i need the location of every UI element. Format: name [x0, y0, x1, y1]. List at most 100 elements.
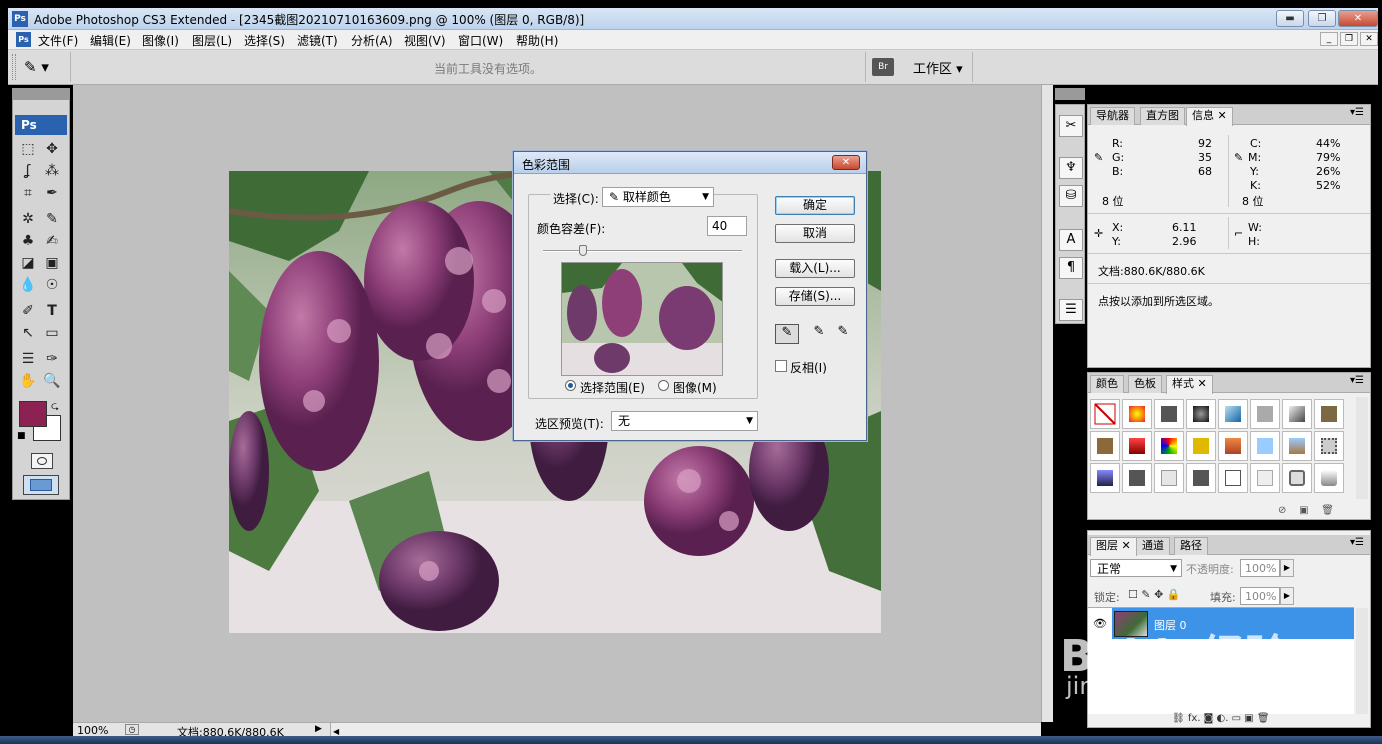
tab-swatches[interactable]: 色板 — [1128, 375, 1162, 393]
lasso-tool-icon[interactable]: ʆ — [17, 161, 39, 181]
menu-edit[interactable]: 编辑(E) — [90, 32, 131, 49]
tab-info[interactable]: 信息 ✕ — [1186, 107, 1233, 126]
menu-select[interactable]: 选择(S) — [244, 32, 285, 49]
image-radio[interactable] — [658, 380, 669, 391]
cancel-button[interactable]: 取消 — [775, 224, 855, 243]
tab-color[interactable]: 颜色 — [1090, 375, 1124, 393]
status-menu-icon[interactable]: ◷ — [125, 724, 139, 735]
style-swatch[interactable] — [1122, 399, 1152, 429]
doc-close-button[interactable]: ✕ — [1360, 32, 1378, 46]
menu-view[interactable]: 视图(V) — [404, 32, 446, 49]
menu-filter[interactable]: 滤镜(T) — [297, 32, 338, 49]
style-swatch[interactable] — [1186, 463, 1216, 493]
hand-tool-icon[interactable]: ✋ — [17, 371, 39, 391]
styles-scrollbar[interactable] — [1356, 397, 1368, 499]
styles-footer-icons[interactable]: ⊘ ▣ 🗑 — [1278, 505, 1334, 516]
vertical-scrollbar[interactable] — [1041, 85, 1053, 722]
style-swatch[interactable] — [1218, 463, 1248, 493]
fuzziness-slider-thumb[interactable] — [578, 245, 587, 256]
tab-paths[interactable]: 路径 — [1174, 537, 1208, 555]
grip-handle[interactable] — [12, 54, 16, 80]
style-swatch[interactable] — [1090, 463, 1120, 493]
tool-presets-icon[interactable]: ✂ — [1059, 115, 1083, 137]
layers-footer-icons[interactable]: ⛓ fx. ◙ ◐. ▭ ▣ 🗑 — [1172, 713, 1270, 724]
gradient-tool-icon[interactable]: ▣ — [41, 253, 63, 273]
close-button[interactable]: ✕ — [1338, 10, 1378, 27]
type-tool-icon[interactable]: T — [41, 301, 63, 321]
style-swatch[interactable] — [1314, 463, 1344, 493]
load-button[interactable]: 载入(L)... — [775, 259, 855, 278]
blend-mode-dropdown[interactable]: 正常 ▼ — [1090, 559, 1182, 577]
menu-layer[interactable]: 图层(L) — [192, 32, 232, 49]
style-swatch[interactable] — [1250, 463, 1280, 493]
default-colors-icon[interactable]: ■ — [17, 431, 26, 441]
menu-help[interactable]: 帮助(H) — [516, 32, 558, 49]
style-swatch[interactable] — [1282, 431, 1312, 461]
style-swatch[interactable] — [1186, 431, 1216, 461]
paragraph-icon[interactable]: ¶ — [1059, 257, 1083, 279]
tab-layers[interactable]: 图层 ✕ — [1090, 537, 1137, 556]
fill-arrow-icon[interactable]: ▶ — [1280, 587, 1294, 605]
style-swatch[interactable] — [1122, 431, 1152, 461]
invert-checkbox[interactable] — [775, 360, 787, 372]
panel-menu-icon[interactable]: ▾☰ — [1350, 375, 1364, 386]
fill-input[interactable]: 100% — [1240, 587, 1280, 605]
move-tool-icon[interactable]: ✥ — [41, 139, 63, 159]
menu-analysis[interactable]: 分析(A) — [351, 32, 393, 49]
style-swatch[interactable] — [1250, 399, 1280, 429]
eyedropper-tool-icon[interactable]: ✒ — [41, 183, 63, 203]
tab-styles[interactable]: 样式 ✕ — [1166, 375, 1213, 394]
tab-channels[interactable]: 通道 — [1136, 537, 1170, 555]
history-brush-tool-icon[interactable]: ✍ — [41, 231, 63, 251]
style-swatch[interactable] — [1122, 463, 1152, 493]
screen-mode-icon[interactable] — [23, 475, 59, 495]
style-swatch[interactable] — [1250, 431, 1280, 461]
foreground-color-swatch[interactable] — [19, 401, 47, 427]
restore-button[interactable]: ❐ — [1308, 10, 1336, 27]
pen-tool-icon[interactable]: ✐ — [17, 301, 39, 321]
notes-tool-icon[interactable]: ☰ — [17, 349, 39, 369]
style-swatch[interactable] — [1218, 431, 1248, 461]
opacity-arrow-icon[interactable]: ▶ — [1280, 559, 1294, 577]
menu-window[interactable]: 窗口(W) — [458, 32, 503, 49]
menu-file[interactable]: 文件(F) — [38, 32, 78, 49]
character-icon[interactable]: A — [1059, 229, 1083, 251]
horizontal-scrollbar[interactable]: ◀ — [330, 723, 1041, 736]
opacity-input[interactable]: 100% — [1240, 559, 1280, 577]
eyedropper-plus-icon[interactable]: ✎ — [807, 324, 831, 344]
style-swatch[interactable] — [1154, 431, 1184, 461]
menu-image[interactable]: 图像(I) — [142, 32, 179, 49]
crop-tool-icon[interactable]: ⌗ — [17, 183, 39, 203]
eyedropper-tool-icon[interactable]: ✑ — [41, 349, 63, 369]
select-dropdown[interactable]: ✎ 取样颜色 ▼ — [602, 187, 714, 207]
style-swatch[interactable] — [1282, 399, 1312, 429]
selection-preview-dropdown[interactable]: 无 ▼ — [611, 411, 758, 431]
document-icon[interactable]: Ps — [16, 32, 31, 47]
layer-name[interactable]: 图层 0 — [1154, 617, 1187, 633]
rectangle-tool-icon[interactable]: ▭ — [41, 323, 63, 343]
lock-icons[interactable]: ☐ ✎ ✥ 🔒 — [1128, 588, 1180, 601]
magic-wand-tool-icon[interactable]: ⁂ — [41, 161, 63, 181]
clone-stamp-tool-icon[interactable]: ♣ — [17, 231, 39, 251]
layer-row[interactable] — [1112, 608, 1354, 639]
eyedropper-minus-icon[interactable]: ✎ — [831, 324, 855, 344]
fuzziness-slider-track[interactable] — [543, 250, 742, 252]
brushes-icon[interactable]: ♆ — [1059, 157, 1083, 179]
swap-colors-icon[interactable]: ⮎ — [51, 399, 59, 416]
fuzziness-input[interactable]: 40 — [707, 216, 747, 236]
panel-menu-icon[interactable]: ▾☰ — [1350, 107, 1364, 118]
brush-tool-icon[interactable]: ✎ — [41, 209, 63, 229]
layer-comps-icon[interactable]: ☰ — [1059, 299, 1083, 321]
style-swatch[interactable] — [1282, 463, 1312, 493]
eye-visibility-icon[interactable]: 👁 — [1090, 611, 1110, 637]
dialog-title-bar[interactable]: 色彩范围 — [514, 152, 866, 174]
minimize-button[interactable]: ▬ — [1276, 10, 1304, 27]
panel-menu-icon[interactable]: ▾☰ — [1350, 537, 1364, 548]
style-swatch[interactable] — [1154, 399, 1184, 429]
style-swatch-none[interactable] — [1090, 399, 1120, 429]
selection-preview[interactable] — [561, 262, 723, 376]
status-arrow-icon[interactable]: ▶ — [315, 724, 322, 734]
eyedropper-tool-preset-icon[interactable]: ✎ ▾ — [24, 56, 68, 78]
style-swatch[interactable] — [1218, 399, 1248, 429]
tools-panel-header[interactable] — [13, 89, 69, 100]
